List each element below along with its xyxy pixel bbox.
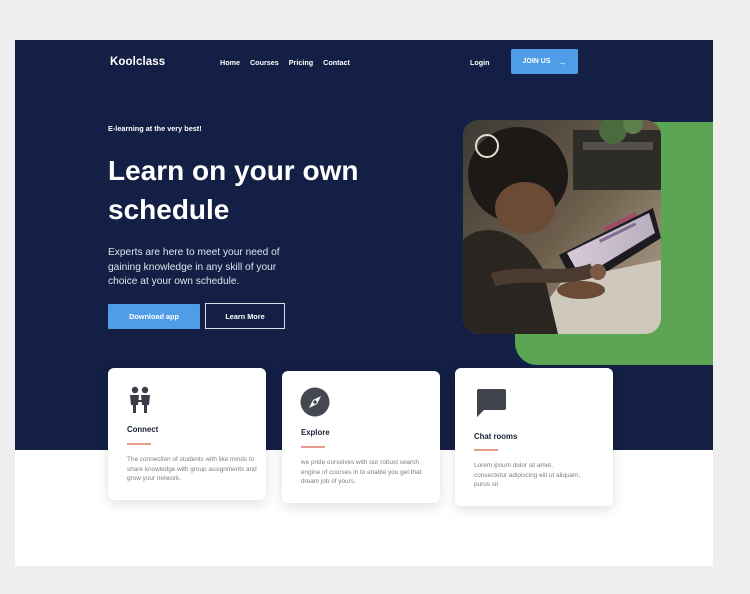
feature-text: we pride ourselves with our robust searc…: [301, 459, 422, 486]
hero-description: Experts are here to meet your need of ga…: [108, 247, 280, 288]
arrow-right-icon: →: [557, 56, 567, 67]
feature-text: The connection of students with like min…: [127, 456, 257, 483]
main-nav: Home Courses Pricing Contact: [220, 58, 350, 67]
nav-pricing[interactable]: Pricing: [289, 58, 313, 67]
compass-icon: [300, 387, 330, 417]
title-underline: [127, 443, 151, 445]
feature-card-chat-rooms[interactable]: Chat rooms Lorem ipsum dolor sit amet, c…: [455, 368, 613, 506]
hero-photo: [463, 120, 661, 334]
feature-title: Chat rooms: [474, 432, 518, 441]
feature-title: Connect: [127, 425, 159, 434]
learn-more-button[interactable]: Learn More: [205, 303, 285, 329]
nav-home[interactable]: Home: [220, 58, 240, 67]
title-underline: [474, 449, 498, 451]
download-app-button[interactable]: Download app: [108, 304, 200, 329]
nav-courses[interactable]: Courses: [250, 58, 279, 67]
title-underline: [301, 446, 325, 448]
nav-contact[interactable]: Contact: [323, 58, 350, 67]
hero-tagline: E-learning at the very best!: [108, 124, 202, 133]
brand-logo[interactable]: Koolclass: [110, 56, 165, 68]
chat-icon: [476, 389, 506, 417]
feature-text: Lorem ipsum dolor sit amet, consectetur …: [474, 462, 581, 489]
landing-page: Koolclass Home Courses Pricing Contact L…: [15, 40, 713, 566]
people-icon: [130, 386, 150, 413]
feature-title: Explore: [301, 428, 330, 437]
login-link[interactable]: Login: [470, 58, 490, 67]
join-us-label: JOIN US: [522, 58, 551, 65]
hero-headline: Learn on your own schedule: [108, 155, 359, 225]
feature-card-connect[interactable]: Connect The connection of students with …: [108, 368, 266, 500]
join-us-button[interactable]: JOIN US →: [511, 49, 578, 74]
feature-card-explore[interactable]: Explore we pride ourselves with our robu…: [282, 371, 440, 503]
